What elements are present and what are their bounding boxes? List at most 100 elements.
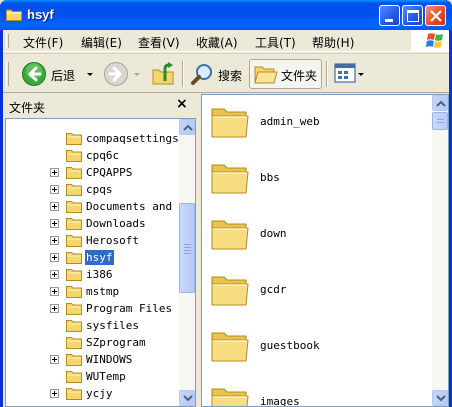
up-folder-icon	[152, 62, 174, 85]
tree-item-label: hsyf	[85, 250, 114, 265]
forward-dropdown-arrow[interactable]	[134, 73, 140, 76]
folders-button[interactable]: 文件夹	[249, 59, 322, 89]
up-folder-button[interactable]	[149, 59, 177, 89]
folder-item[interactable]: down	[210, 213, 430, 259]
tree-item[interactable]: CPQAPPS	[6, 164, 182, 181]
tree-item[interactable]: mstmp	[6, 283, 182, 300]
folder-item[interactable]: guestbook	[210, 325, 430, 371]
toolbar-separator-2	[326, 61, 328, 87]
tree-item[interactable]: WINDOWS	[6, 351, 182, 368]
folder-item[interactable]: admin_web	[210, 101, 430, 147]
tree-item[interactable]: Herosoft	[6, 232, 182, 249]
expand-plus-icon[interactable]	[50, 236, 59, 245]
tree-item[interactable]: Documents and Se	[6, 198, 192, 215]
chevron-down-icon	[436, 395, 446, 402]
tree-item-label: SZprogram	[86, 336, 146, 349]
tree-item[interactable]: SZprogram	[6, 334, 182, 351]
tree-item[interactable]: Program Files	[6, 300, 182, 317]
thumb-grip	[184, 247, 191, 248]
thumb-grip	[437, 122, 444, 123]
back-dropdown-arrow[interactable]	[87, 73, 93, 76]
tree-item-label: Program Files	[86, 302, 173, 315]
tree-item[interactable]: cpq6c	[6, 147, 182, 164]
folder-icon	[210, 101, 250, 141]
expand-plus-icon[interactable]	[50, 219, 59, 228]
menu-view[interactable]: 查看(V)	[138, 34, 180, 51]
folder-item-label: guestbook	[260, 339, 320, 352]
tree-item[interactable]: sysfiles	[6, 317, 182, 334]
expand-plus-icon[interactable]	[50, 355, 59, 364]
menu-bar: 文件(F) 编辑(E) 查看(V) 收藏(A) 工具(T) 帮助(H)	[3, 30, 449, 52]
back-label: 后退	[51, 69, 76, 83]
folder-icon	[66, 182, 82, 196]
scroll-thumb[interactable]	[179, 203, 195, 293]
scroll-up-button[interactable]	[179, 119, 195, 135]
tree-item[interactable]: WUTemp	[6, 368, 182, 385]
menu-tools[interactable]: 工具(T)	[255, 34, 296, 51]
folder-item-label: bbs	[260, 171, 280, 184]
folder-pane-title: 文件夹	[9, 101, 46, 115]
expand-plus-icon[interactable]	[50, 253, 59, 262]
content-scrollbar[interactable]	[432, 95, 448, 406]
menu-help[interactable]: 帮助(H)	[312, 34, 354, 51]
tree-item[interactable]: i386	[6, 266, 182, 283]
menu-edit[interactable]: 编辑(E)	[81, 34, 122, 51]
menubar-grip[interactable]	[6, 34, 9, 48]
views-dropdown-arrow[interactable]	[358, 73, 364, 76]
tree-item[interactable]: cpqs	[6, 181, 182, 198]
title-bar[interactable]: hsyf	[0, 0, 452, 30]
search-button[interactable]: 搜索	[187, 59, 245, 89]
content-scroll-down-button[interactable]	[432, 390, 448, 406]
tree-item-label: WINDOWS	[86, 353, 133, 366]
content-scroll-up-button[interactable]	[432, 95, 448, 111]
folder-icon	[66, 131, 82, 145]
tree-item-label: Documents and Se	[86, 200, 192, 213]
expand-plus-icon[interactable]	[50, 185, 59, 194]
expand-plus-icon[interactable]	[50, 389, 59, 398]
tree-item[interactable]: compaqsettings	[6, 130, 182, 147]
folder-item[interactable]: gcdr	[210, 269, 430, 315]
expand-plus-icon[interactable]	[50, 287, 59, 296]
tree-item[interactable]: Downloads	[6, 215, 182, 232]
maximize-button[interactable]	[402, 5, 423, 26]
tree-item-label: sysfiles	[86, 319, 139, 332]
expand-plus-icon[interactable]	[50, 202, 59, 211]
search-label: 搜索	[218, 69, 243, 83]
forward-arrow-icon	[104, 62, 128, 86]
close-icon	[430, 10, 442, 22]
back-button[interactable]: 后退	[17, 59, 99, 89]
menu-file[interactable]: 文件(F)	[23, 34, 63, 51]
tree-item[interactable]: hsyf	[6, 249, 182, 266]
tree-item-label: Downloads	[86, 217, 146, 230]
folder-pane-header: 文件夹 ×	[3, 94, 196, 118]
forward-button[interactable]	[101, 59, 143, 89]
thumb-grip	[184, 250, 191, 251]
expand-plus-icon[interactable]	[50, 168, 59, 177]
expand-plus-icon[interactable]	[50, 304, 59, 313]
tree-item[interactable]: ycjy	[6, 385, 182, 402]
views-icon	[334, 63, 356, 83]
scroll-down-button[interactable]	[179, 390, 195, 406]
folder-pane-close-button[interactable]: ×	[176, 96, 188, 112]
folder-icon	[66, 267, 82, 281]
chevron-down-icon	[183, 395, 193, 402]
folder-icon	[66, 369, 82, 383]
views-button[interactable]	[331, 59, 365, 89]
minimize-button[interactable]	[379, 5, 400, 26]
thumb-grip	[184, 253, 191, 254]
menu-favorites[interactable]: 收藏(A)	[196, 34, 238, 51]
toolbar-grip[interactable]	[6, 62, 9, 86]
content-scroll-thumb[interactable]	[432, 112, 448, 130]
folder-icon	[210, 381, 250, 406]
folder-item[interactable]: images	[210, 381, 430, 406]
tree-item-label: ycjy	[86, 387, 113, 400]
tree-scrollbar[interactable]	[179, 119, 195, 406]
tree-item-label: mstmp	[86, 285, 120, 298]
folder-item[interactable]: bbs	[210, 157, 430, 203]
tree-item-label: Herosoft	[86, 234, 139, 247]
folder-icon	[66, 318, 82, 332]
folder-icon	[66, 199, 82, 213]
close-button[interactable]	[425, 5, 446, 26]
expand-plus-icon[interactable]	[50, 270, 59, 279]
folder-icon	[210, 213, 250, 253]
